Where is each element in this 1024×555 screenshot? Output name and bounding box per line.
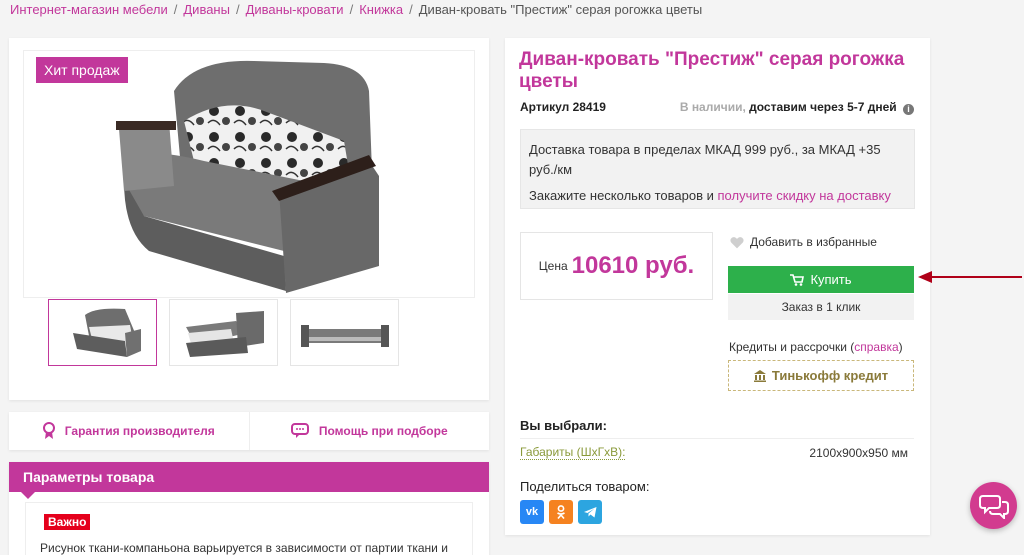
credit-info: Кредиты и рассрочки (справка) bbox=[729, 340, 903, 354]
features-bar: Гарантия производителя Помощь при подбор… bbox=[9, 412, 489, 450]
dimensions-value: 2100x900x950 мм bbox=[809, 445, 908, 460]
chat-widget-button[interactable] bbox=[970, 482, 1017, 529]
delivery-time: доставим через 5-7 дней bbox=[749, 100, 897, 114]
add-to-favorites-label: Добавить в избранные bbox=[750, 235, 877, 249]
params-body: Важно Рисунок ткани-компаньона варьирует… bbox=[25, 502, 473, 555]
breadcrumb-separator: / bbox=[235, 2, 240, 17]
share-title: Поделиться товаром: bbox=[520, 479, 650, 494]
delivery-discount-row: Закажите несколько товаров и получите ск… bbox=[529, 186, 906, 206]
credit-text: Кредиты и рассрочки ( bbox=[729, 340, 855, 354]
breadcrumb-link-shop[interactable]: Интернет-магазин мебели bbox=[10, 2, 168, 17]
main-product-image[interactable]: Хит продаж bbox=[23, 50, 475, 298]
stock-label: В наличии, bbox=[679, 100, 746, 114]
credit-close: ) bbox=[898, 340, 903, 354]
odnoklassniki-share-icon[interactable] bbox=[549, 500, 573, 524]
sofa-thumbnail-image bbox=[72, 308, 141, 357]
delivery-discount-link[interactable]: получите скидку на доставку bbox=[718, 188, 891, 203]
thumbnail-3[interactable] bbox=[290, 299, 399, 366]
thumbnail-1[interactable] bbox=[48, 299, 157, 366]
sofa-thumbnail-image bbox=[185, 310, 264, 357]
feature-help-label: Помощь при подборе bbox=[318, 424, 448, 438]
heart-icon bbox=[730, 236, 744, 248]
breadcrumb-current: Диван-кровать "Престиж" серая рогожка цв… bbox=[418, 2, 703, 17]
feature-guarantee-label: Гарантия производителя bbox=[64, 424, 215, 438]
breadcrumb-link-sofas[interactable]: Диваны bbox=[183, 2, 230, 17]
share-buttons: vk bbox=[520, 500, 602, 524]
tinkoff-credit-button[interactable]: Тинькофф кредит bbox=[728, 360, 914, 391]
product-sku: Артикул 28419 bbox=[520, 100, 606, 114]
breadcrumb-separator: / bbox=[349, 2, 354, 17]
sofa-thumbnail-image bbox=[300, 324, 389, 347]
thumbnail-list bbox=[48, 299, 399, 366]
breadcrumb-link-book[interactable]: Книжка bbox=[359, 2, 403, 17]
ribbon-icon bbox=[42, 422, 55, 439]
hit-badge: Хит продаж bbox=[36, 57, 128, 83]
chosen-dimensions-row: Габариты (ШхГхВ): 2100x900x950 мм bbox=[520, 438, 914, 466]
price-label: Цена bbox=[538, 259, 568, 273]
feature-guarantee[interactable]: Гарантия производителя bbox=[9, 412, 249, 450]
params-note: Рисунок ткани-компаньона варьируется в з… bbox=[40, 541, 448, 555]
buy-button-label: Купить bbox=[810, 272, 852, 287]
bank-icon bbox=[753, 369, 766, 382]
add-to-favorites[interactable]: Добавить в избранные bbox=[730, 235, 877, 249]
stock-status: В наличии, доставим через 5-7 дней i bbox=[680, 100, 914, 115]
info-icon[interactable]: i bbox=[903, 104, 914, 115]
chat-icon bbox=[978, 494, 1009, 519]
vk-share-icon[interactable]: vk bbox=[520, 500, 544, 524]
product-title: Диван-кровать "Престиж" серая рогожка цв… bbox=[519, 49, 905, 92]
tinkoff-credit-label: Тинькофф кредит bbox=[771, 368, 889, 383]
product-info: Диван-кровать "Престиж" серая рогожка цв… bbox=[505, 38, 930, 535]
product-gallery: Хит продаж bbox=[9, 38, 489, 400]
dimensions-label[interactable]: Габариты (ШхГхВ): bbox=[520, 445, 626, 460]
telegram-share-icon[interactable] bbox=[578, 500, 602, 524]
breadcrumb-link-sofa-beds[interactable]: Диваны-кровати bbox=[246, 2, 344, 17]
delivery-info: Доставка товара в пределах МКАД 999 руб.… bbox=[520, 129, 915, 209]
important-badge: Важно bbox=[44, 514, 91, 530]
breadcrumb: Интернет-магазин мебели / Диваны / Диваны-кр… bbox=[10, 2, 702, 17]
odnoklassniki-icon bbox=[557, 505, 565, 519]
sofa-image bbox=[116, 60, 379, 293]
feature-help[interactable]: Помощь при подборе bbox=[248, 412, 490, 450]
red-arrow-annotation bbox=[918, 271, 1022, 283]
thumbnail-2[interactable] bbox=[169, 299, 278, 366]
price-box: Цена 10610 руб. bbox=[520, 232, 713, 300]
telegram-icon bbox=[583, 506, 596, 517]
credit-help-link[interactable]: справка bbox=[854, 340, 898, 354]
chosen-title: Вы выбрали: bbox=[520, 418, 607, 433]
price-value: 10610 руб. bbox=[571, 252, 695, 279]
params-panel: Параметры товара Важно Рисунок ткани-ком… bbox=[9, 462, 489, 555]
one-click-order-button[interactable]: Заказ в 1 клик bbox=[728, 294, 914, 320]
delivery-discount-text: Закажите несколько товаров и bbox=[529, 188, 714, 203]
cart-icon bbox=[790, 273, 805, 286]
breadcrumb-separator: / bbox=[409, 2, 413, 17]
params-title[interactable]: Параметры товара bbox=[9, 462, 489, 499]
chat-bubble-icon bbox=[290, 423, 309, 438]
breadcrumb-separator: / bbox=[173, 2, 178, 17]
buy-button[interactable]: Купить bbox=[728, 266, 914, 293]
delivery-price-text: Доставка товара в пределах МКАД 999 руб.… bbox=[529, 142, 881, 177]
